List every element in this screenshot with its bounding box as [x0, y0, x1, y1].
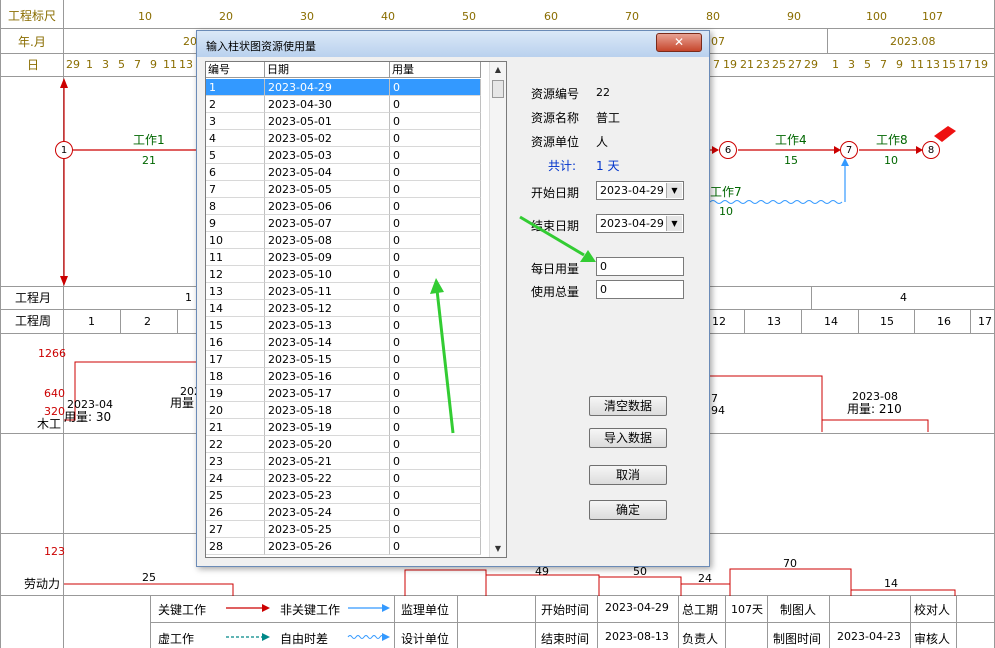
annotation-arrows-svg	[430, 215, 596, 434]
